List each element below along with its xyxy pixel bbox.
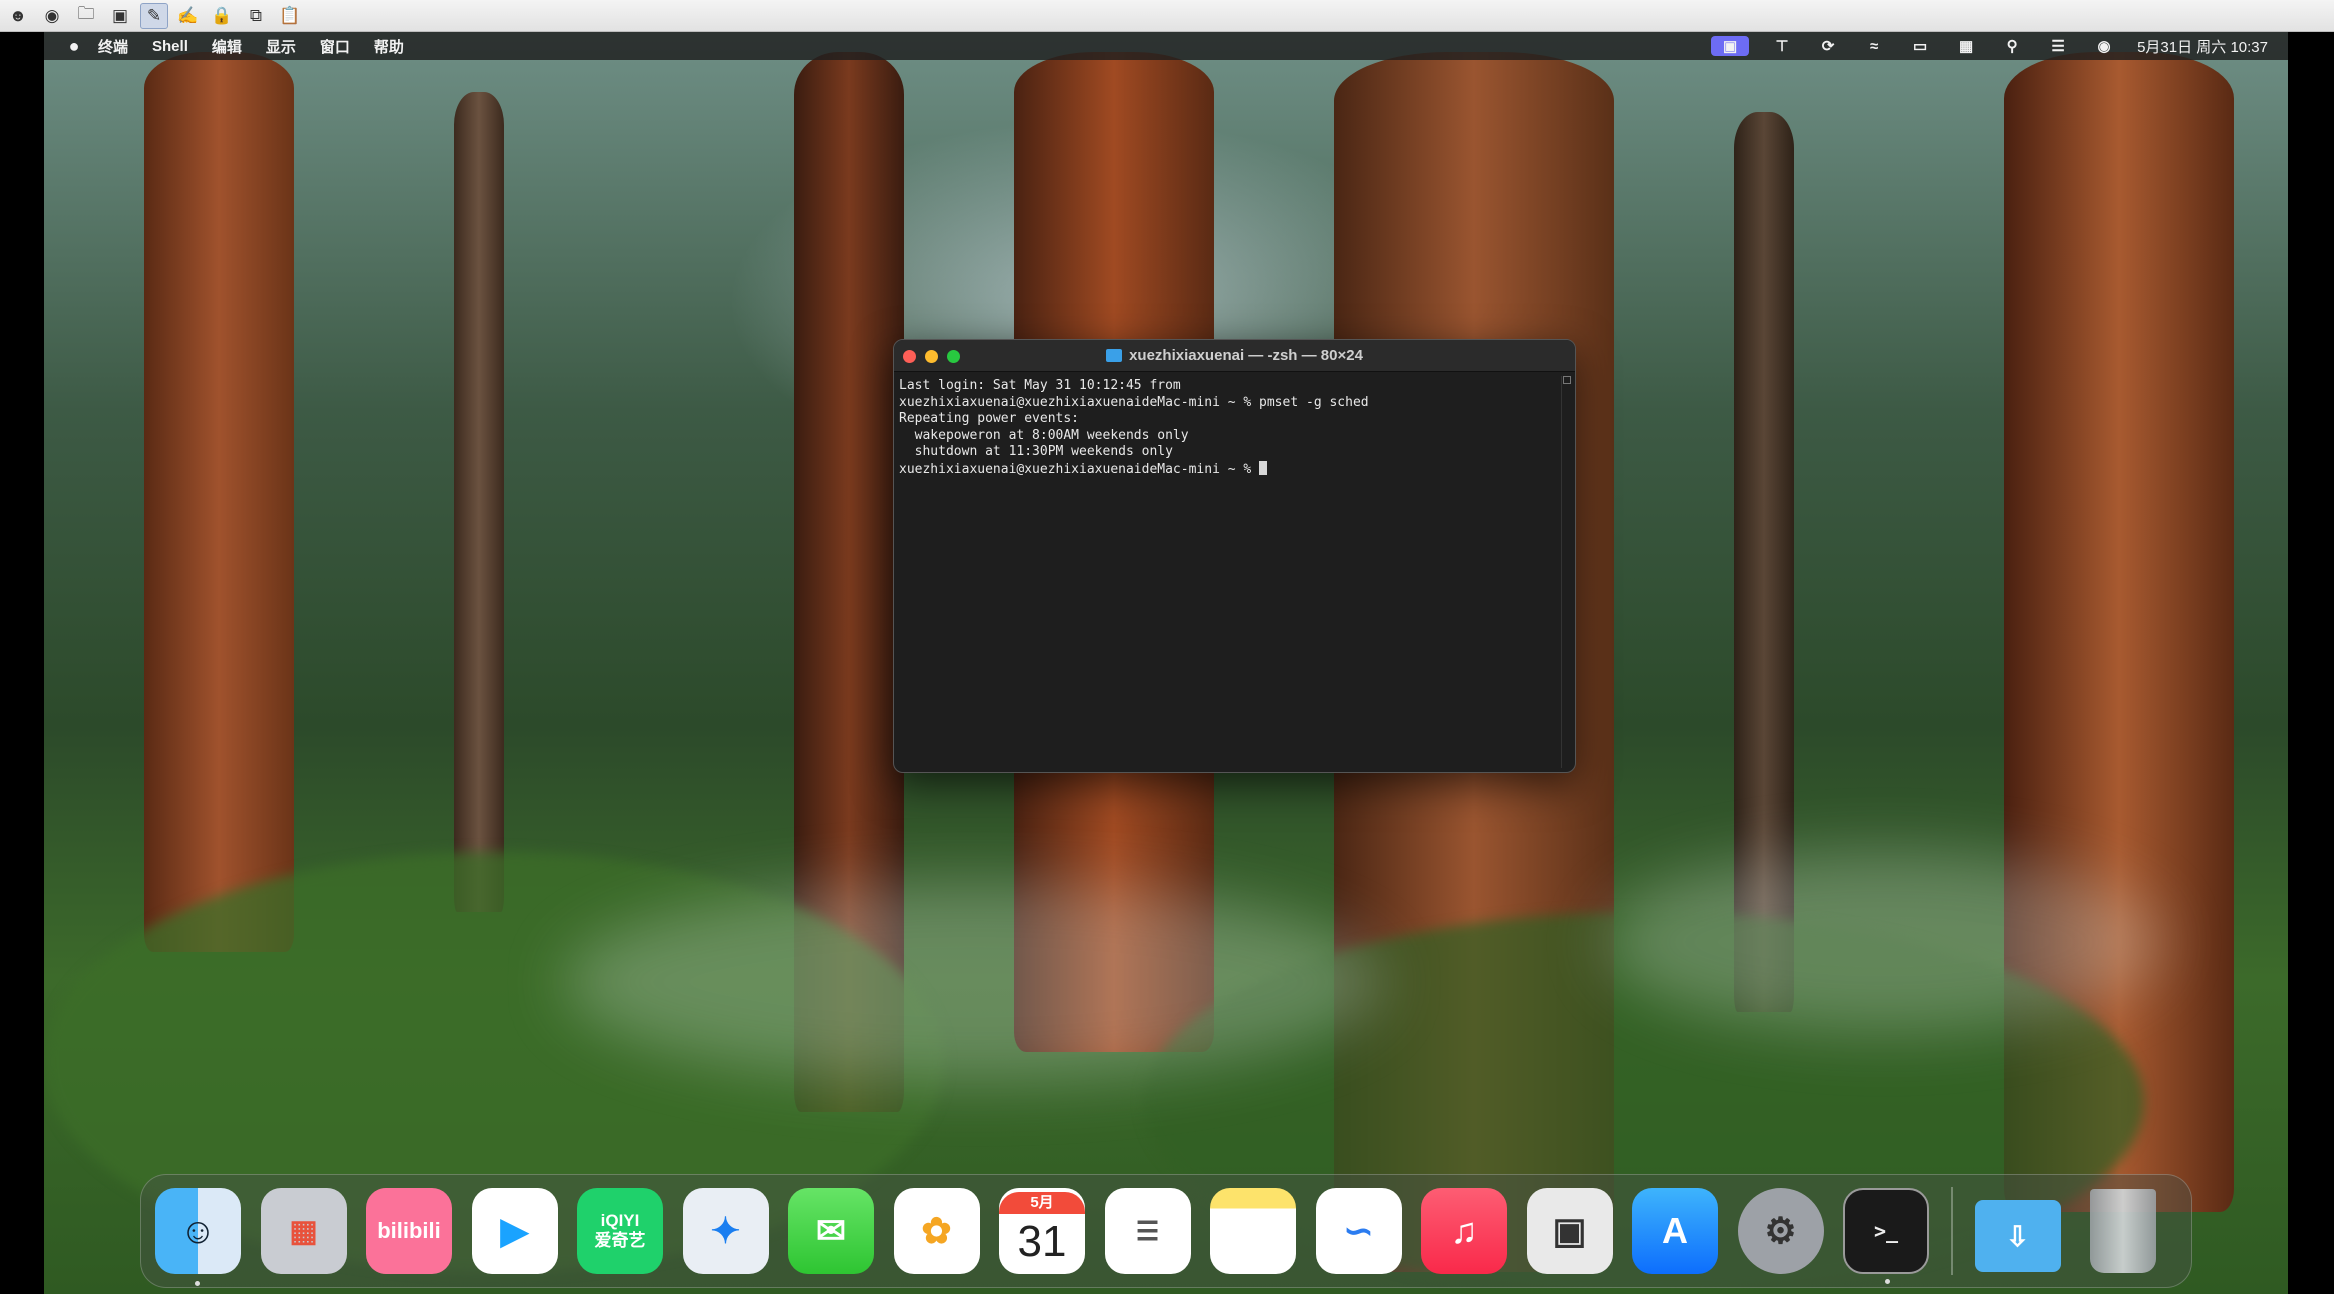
terminal-line: wakepoweron at 8:00AM weekends only — [899, 427, 1189, 443]
apple-menu-icon[interactable]: ● — [64, 36, 84, 57]
control-center-icon[interactable]: ☰ — [2045, 36, 2071, 56]
messages-icon[interactable]: ✉ — [788, 1188, 874, 1274]
zoom-button[interactable] — [947, 350, 960, 363]
wallpaper-fog — [564, 882, 1384, 1082]
battery-icon[interactable]: ▭ — [1907, 36, 1933, 56]
notes-icon[interactable] — [1210, 1188, 1296, 1274]
eye-icon[interactable]: ◉ — [38, 3, 66, 29]
terminal-icon[interactable]: >_ — [1843, 1188, 1929, 1284]
minimize-button[interactable] — [925, 350, 938, 363]
launchpad-icon[interactable]: ▦ — [260, 1188, 347, 1274]
terminal-output[interactable]: Last login: Sat May 31 10:12:45 from xuez… — [894, 372, 1575, 484]
screen-sharing-icon[interactable]: ▣ — [1711, 36, 1750, 56]
terminal-scrollbar[interactable] — [1561, 376, 1571, 768]
terminal-prompt: xuezhixiaxuenai@xuezhixiaxuenaideMac-min… — [899, 461, 1260, 477]
lock-icon[interactable]: 🔒 — [208, 3, 236, 29]
search-icon[interactable]: ⚲ — [1999, 36, 2025, 56]
iqiyi-icon[interactable]: iQIYI 爱奇艺 — [577, 1188, 663, 1274]
downloads-folder-icon[interactable]: ⇩ — [1974, 1188, 2061, 1274]
wifi-icon[interactable]: ≈ — [1861, 36, 1887, 56]
folder-icon[interactable]: 🗀 — [72, 3, 100, 29]
terminal-line: shutdown at 11:30PM weekends only — [899, 444, 1173, 459]
folder-icon — [1106, 349, 1123, 362]
calendar-day: 31 — [1017, 1217, 1067, 1266]
iqiyi-label: iQIYI 爱奇艺 — [595, 1211, 646, 1251]
terminal-titlebar[interactable]: xuezhixiaxuenai — -zsh — 80×24 — [894, 340, 1575, 372]
download-arrow-icon: ⇩ — [1974, 1200, 2061, 1272]
safari-icon[interactable]: ✦ — [682, 1188, 769, 1274]
siri-icon[interactable]: ◉ — [2091, 36, 2117, 56]
remote-control-icon[interactable]: ✎ — [140, 2, 168, 29]
photos-icon[interactable]: ✿ — [893, 1188, 980, 1274]
user-icon[interactable]: ☻ — [4, 3, 32, 29]
menu-clock[interactable]: 5月31日 周六 10:37 — [2137, 36, 2268, 57]
freeform-icon[interactable]: ∽ — [1315, 1188, 1402, 1274]
close-button[interactable] — [903, 350, 916, 363]
system-settings-icon[interactable]: ⚙ — [1737, 1188, 1824, 1274]
wallpaper-fog — [1604, 852, 2164, 1032]
iqiyi-label-bottom: 爱奇艺 — [594, 1231, 646, 1250]
menu-item-window[interactable]: 窗口 — [320, 36, 350, 57]
menu-item-terminal[interactable]: 终端 — [98, 36, 128, 57]
wallpaper-tree — [454, 92, 504, 912]
terminal-prompt-line[interactable]: xuezhixiaxuenai@xuezhixiaxuenaideMac-min… — [899, 460, 1570, 479]
running-indicator — [1885, 1279, 1890, 1284]
screen-icon[interactable]: ▣ — [106, 3, 134, 29]
terminal-title: xuezhixiaxuenai — -zsh — 80×24 — [1129, 347, 1363, 364]
clipboard-icon[interactable]: 📋 — [276, 3, 304, 29]
bilibili-icon[interactable]: bilibili — [366, 1188, 452, 1274]
finder-icon[interactable]: ☺ — [155, 1188, 241, 1286]
screenshot-icon[interactable]: ▣ — [1526, 1188, 1613, 1274]
calendar-month: 5月 — [999, 1192, 1085, 1214]
trash-icon[interactable] — [2080, 1188, 2166, 1274]
copy-icon[interactable]: ⧉ — [242, 3, 270, 29]
text-cursor — [1259, 460, 1268, 475]
terminal-icon-prompt: >_ — [1873, 1219, 1899, 1243]
wallpaper-tree — [144, 52, 294, 952]
viewer-toolbar: ☻ ◉ 🗀 ▣ ✎ ✍ 🔒 ⧉ 📋 — [0, 0, 2334, 32]
dock-separator — [1950, 1187, 1953, 1275]
running-indicator — [195, 1281, 200, 1286]
terminal-line: xuezhixiaxuenai@xuezhixiaxuenaideMac-min… — [899, 394, 1369, 410]
menu-item-edit[interactable]: 编辑 — [212, 36, 242, 57]
input-method-icon[interactable]: ▦ — [1953, 36, 1979, 56]
remote-control-alt-icon[interactable]: ✍ — [174, 3, 202, 29]
menu-item-view[interactable]: 显示 — [266, 36, 296, 57]
iqiyi-label-top: iQIYI — [600, 1211, 640, 1230]
terminal-line: Last login: Sat May 31 10:12:45 from — [899, 378, 1181, 393]
text-input-icon[interactable]: ⊤ — [1769, 36, 1795, 56]
trash-can-icon — [2090, 1189, 2156, 1273]
bilibili-label: bilibili — [377, 1218, 441, 1243]
menu-item-help[interactable]: 帮助 — [374, 36, 404, 57]
scrollbar-thumb[interactable] — [1563, 376, 1571, 384]
status-area: ▣ ⊤ ⟳ ≈ ▭ ▦ ⚲ ☰ ◉ 5月31日 周六 10:37 — [1711, 32, 2268, 60]
time-machine-icon[interactable]: ⟳ — [1815, 36, 1841, 56]
window-controls — [903, 350, 960, 363]
reminders-icon[interactable]: ☰ — [1104, 1188, 1191, 1274]
terminal-window[interactable]: xuezhixiaxuenai — -zsh — 80×24 Last logi… — [893, 339, 1576, 773]
menu-item-shell[interactable]: Shell — [152, 38, 188, 55]
dock: ☺ ▦ bilibili ▶ iQIYI 爱奇艺 ✦ ✉ ✿ 5月 31 ☰ ∽ … — [140, 1174, 2192, 1288]
music-icon[interactable]: ♫ — [1421, 1188, 1507, 1274]
desktop[interactable]: ● 终端 Shell 编辑 显示 窗口 帮助 ▣ ⊤ ⟳ ≈ ▭ ▦ ⚲ ☰ ◉… — [44, 32, 2288, 1294]
calendar-icon[interactable]: 5月 31 — [999, 1188, 1085, 1274]
menu-bar: ● 终端 Shell 编辑 显示 窗口 帮助 ▣ ⊤ ⟳ ≈ ▭ ▦ ⚲ ☰ ◉… — [44, 32, 2288, 60]
terminal-line: Repeating power events: — [899, 411, 1080, 426]
app-store-icon[interactable]: A — [1632, 1188, 1718, 1274]
tencent-video-icon[interactable]: ▶ — [471, 1188, 558, 1274]
